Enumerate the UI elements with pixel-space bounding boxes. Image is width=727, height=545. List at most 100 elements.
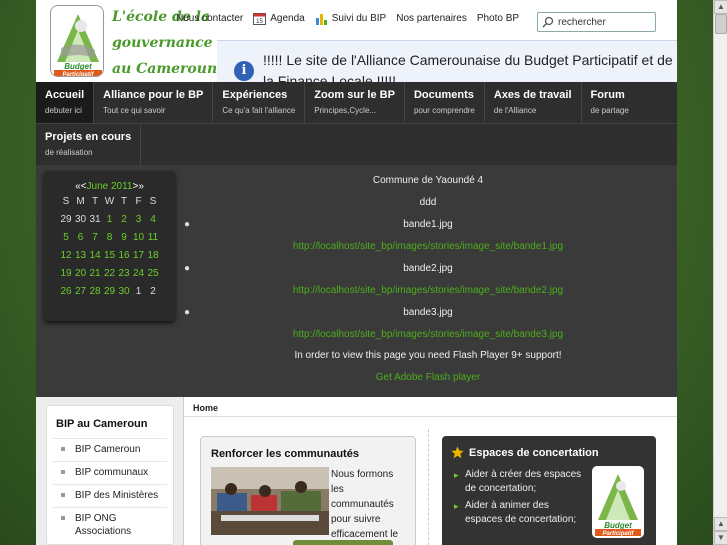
svg-text:15: 15	[256, 19, 263, 25]
calendar-day[interactable]: 30	[117, 285, 132, 299]
calendar-day[interactable]: 7	[88, 231, 103, 245]
slide-link[interactable]: http://localhost/site_bp/images/stories/…	[179, 285, 677, 296]
calendar-day[interactable]: 24	[131, 267, 146, 281]
nav-tab-title: Alliance pour le BP	[103, 89, 204, 101]
list-item: Aider à animer des espaces de concertati…	[454, 499, 584, 527]
slide-link[interactable]: http://localhost/site_bp/images/stories/…	[179, 241, 677, 252]
topnav-photo-bp[interactable]: Photo BP	[477, 13, 519, 24]
calendar-day[interactable]: 4	[146, 213, 161, 227]
calendar-day[interactable]: 22	[102, 267, 117, 281]
calendar-day[interactable]: 5	[59, 231, 74, 245]
topnav-partenaires[interactable]: Nos partenaires	[396, 13, 467, 24]
nav-tab-title: Axes de travail	[493, 89, 572, 101]
left-sidebar: BIP au Cameroun BIP Cameroun BIP communa…	[36, 397, 184, 545]
star-icon	[451, 446, 464, 459]
calendar-widget: «<June 2011>» S M T W T F S 29 30 31 1 2…	[44, 171, 175, 321]
nav-tab-zoom[interactable]: Zoom sur le BP Principes,Cycle...	[305, 82, 405, 123]
scrollbar-thumb[interactable]	[715, 14, 727, 34]
banner-text: !!!!! Le site de l'Alliance Camerounaise…	[263, 52, 673, 82]
list-item: Aider à créer des espaces de concertatio…	[454, 468, 584, 496]
topnav-contact-label[interactable]: Nous contacter	[176, 13, 243, 24]
nav-tab-subtitle: pour comprendre	[413, 106, 475, 115]
header: Budget Participatif L'école de la gouver…	[36, 0, 677, 82]
calendar-day[interactable]: 8	[102, 231, 117, 245]
nav-tab-documents[interactable]: Documents pour comprendre	[405, 82, 485, 123]
calendar-day[interactable]: 14	[88, 249, 103, 263]
search-box[interactable]	[537, 12, 656, 32]
calendar-day[interactable]: 3	[131, 213, 146, 227]
calendar-next-button[interactable]: >»	[132, 181, 143, 192]
sidebar-item-bip-communaux[interactable]: BIP communaux	[53, 461, 167, 484]
topnav-agenda-label[interactable]: Agenda	[270, 13, 304, 24]
calendar-day[interactable]: 16	[117, 249, 132, 263]
panel-list: Aider à créer des espaces de concertatio…	[454, 468, 584, 530]
slide-name: bande2.jpg	[403, 263, 453, 274]
calendar-day[interactable]: 9	[117, 231, 132, 245]
scroll-up-arrow-icon[interactable]: ▲	[714, 0, 727, 14]
calendar-day: 30	[74, 214, 87, 225]
sidebar-item-bip-ministeres[interactable]: BIP des Ministères	[53, 484, 167, 507]
nav-tab-forum[interactable]: Forum de partage	[582, 82, 638, 123]
sidebar-module: BIP au Cameroun BIP Cameroun BIP communa…	[46, 405, 174, 545]
calendar-day[interactable]: 27	[73, 285, 88, 299]
topnav-suivi-bip[interactable]: Suivi du BIP	[315, 12, 386, 25]
breadcrumb[interactable]: Home	[193, 403, 218, 413]
weekday-label: F	[135, 196, 142, 207]
calendar-day[interactable]: 21	[88, 267, 103, 281]
nav-tab-axes[interactable]: Axes de travail de l'Alliance	[485, 82, 582, 123]
calendar-day[interactable]: 20	[73, 267, 88, 281]
slideshow-subtitle: ddd	[419, 197, 437, 208]
announcement-banner: i !!!!! Le site de l'Alliance Camerounai…	[217, 40, 677, 82]
calendar-day[interactable]: 1	[102, 213, 117, 227]
calendar-day[interactable]: 25	[146, 267, 161, 281]
weekday-label: W	[104, 196, 115, 207]
nav-tab-accueil[interactable]: Accueil debuter ici	[36, 82, 95, 123]
topnav-photo-label[interactable]: Photo BP	[477, 13, 519, 24]
site-logo[interactable]: Budget Participatif	[50, 5, 104, 77]
scroll-down-arrow-icon[interactable]: ▼	[714, 531, 727, 545]
calendar-prev-button[interactable]: «<	[75, 181, 86, 192]
calendar-day[interactable]: 17	[131, 249, 146, 263]
topnav-agenda[interactable]: 15 Agenda	[253, 12, 305, 25]
panel-espaces: Espaces de concertation Aider à créer de…	[442, 436, 656, 545]
panel-renforcer: Renforcer les communautés Nous formons l…	[200, 436, 416, 545]
calendar-day[interactable]: 6	[73, 231, 88, 245]
vertical-scrollbar[interactable]: ▲ ▲ ▼	[713, 0, 727, 545]
calendar-header: «<June 2011>»	[44, 181, 175, 192]
topnav-contact[interactable]: Nous contacter	[176, 13, 243, 24]
scroll-up-small-arrow-icon[interactable]: ▲	[714, 517, 727, 531]
nav-tab-projets[interactable]: Projets en cours de réalisation	[36, 124, 142, 165]
calendar-day[interactable]: 11	[146, 231, 161, 245]
calendar-day[interactable]: 26	[59, 285, 74, 299]
calendar-day[interactable]: 19	[59, 267, 74, 281]
search-input[interactable]	[558, 16, 650, 28]
calendar-day: 31	[89, 214, 101, 225]
main-nav-row-1: Accueil debuter ici Alliance pour le BP …	[36, 82, 677, 123]
nav-tab-alliance[interactable]: Alliance pour le BP Tout ce qui savoir	[94, 82, 214, 123]
calendar-day[interactable]: 23	[117, 267, 132, 281]
calendar-day[interactable]: 29	[102, 285, 117, 299]
calendar-grid: S M T W T F S 29 30 31 1 2 3 4 5 6 7 8 9…	[44, 195, 175, 299]
nav-tab-title: Projets en cours	[45, 131, 132, 143]
slide-name: bande1.jpg	[403, 219, 453, 230]
slide-link[interactable]: http://localhost/site_bp/images/stories/…	[179, 329, 677, 340]
sidebar-item-bip-cameroun[interactable]: BIP Cameroun	[53, 438, 167, 461]
get-flash-link[interactable]: Get Adobe Flash player	[179, 372, 677, 383]
calendar-day[interactable]: 2	[117, 213, 132, 227]
calendar-day[interactable]: 13	[73, 249, 88, 263]
search-icon	[542, 16, 554, 28]
topnav-suivi-label[interactable]: Suivi du BIP	[332, 13, 386, 24]
svg-text:Budget: Budget	[64, 62, 92, 71]
calendar-day[interactable]: 18	[146, 249, 161, 263]
calendar-day[interactable]: 10	[131, 231, 146, 245]
calendar-day[interactable]: 28	[88, 285, 103, 299]
sidebar-item-bip-ong[interactable]: BIP ONG Associations	[53, 507, 167, 543]
nav-tab-subtitle: Tout ce qui savoir	[103, 106, 166, 115]
calendar-day[interactable]: 12	[59, 249, 74, 263]
read-more-button[interactable]	[293, 540, 393, 545]
topnav-partenaires-label[interactable]: Nos partenaires	[396, 13, 467, 24]
nav-tab-subtitle: Principes,Cycle...	[314, 106, 377, 115]
nav-tab-experiences[interactable]: Expériences Ce qu'a fait l'alliance	[213, 82, 306, 123]
sidebar-title: BIP au Cameroun	[56, 418, 148, 430]
calendar-day[interactable]: 15	[102, 249, 117, 263]
